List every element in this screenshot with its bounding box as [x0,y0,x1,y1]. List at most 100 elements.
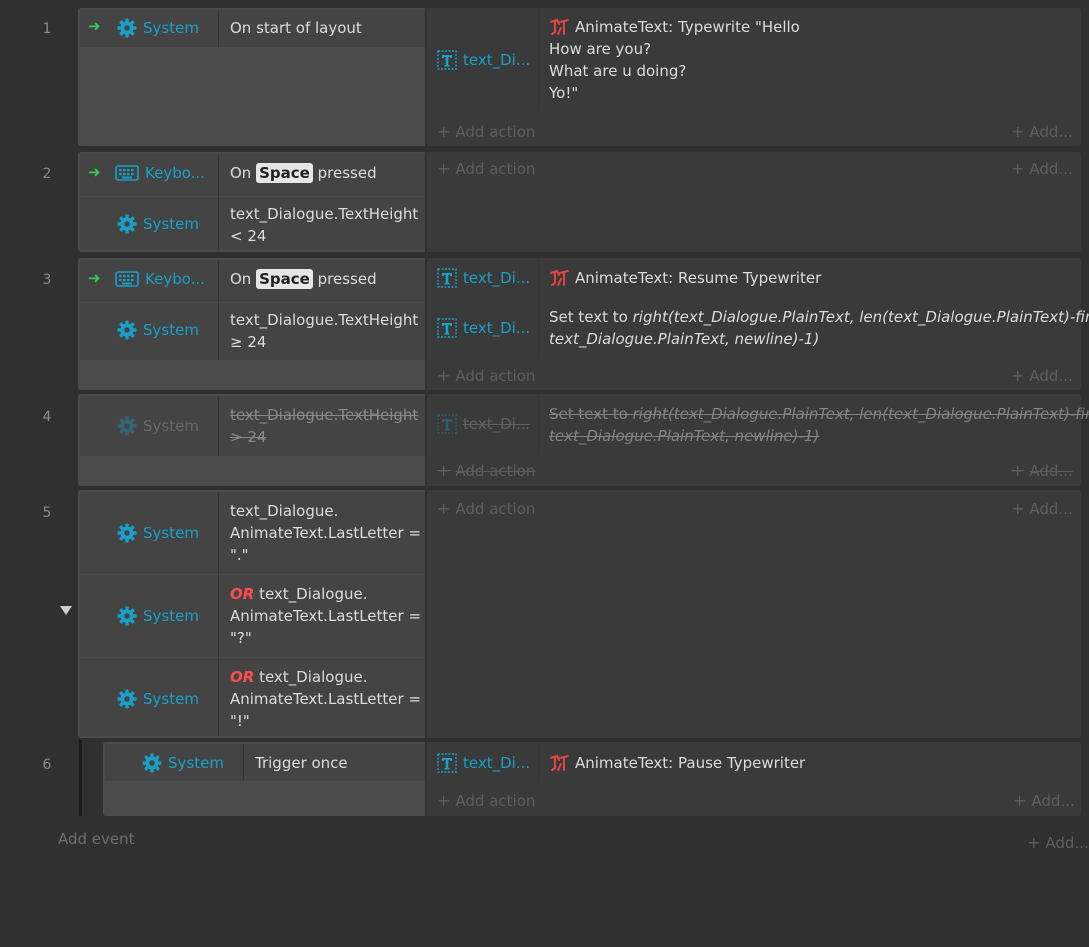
action-expression: text_Dialogue.PlainText, newline)-1) [549,427,820,445]
action-word: Set text to [549,405,633,423]
add-more-button[interactable]: + Add... [1011,461,1073,480]
trigger-arrow-icon: ➜ [88,17,101,35]
action-text[interactable]: Set text to right(text_Dialogue.PlainTex… [549,403,1089,447]
system-object[interactable]: System [142,753,224,773]
system-object[interactable]: System [117,523,199,543]
keyboard-object[interactable]: Keybo... [115,269,205,289]
condition-text[interactable]: text_Dialogue.TextHeight < 24 [230,203,418,247]
divider [218,10,219,47]
gear-icon [117,689,137,709]
keyboard-icon [115,269,139,289]
trigger-arrow-icon: ➜ [88,163,101,181]
object-name: System [143,19,199,37]
system-object[interactable]: System [117,689,199,709]
action-word: Set text to [549,308,633,326]
add-action-button[interactable]: + Add action [437,159,535,178]
condition-word: pressed [317,164,377,182]
object-name: System [143,690,199,708]
add-more-button[interactable]: + Add... [1011,122,1073,141]
action-expression: text_Dialogue.PlainText, newline)-1) [549,330,820,348]
condition-line: text_Dialogue. [254,668,368,686]
or-keyword: OR [230,585,255,603]
text-object[interactable]: text_Di... [437,318,530,338]
action-text[interactable]: AnimateText: Resume Typewriter [549,267,821,289]
condition-line: text_Dialogue.TextHeight [230,311,419,329]
condition-line: > 24 [230,428,267,446]
object-name: Keybo... [145,270,205,288]
system-object[interactable]: System [117,320,199,340]
event-number: 5 [42,505,52,521]
divider [218,492,219,736]
add-more-button[interactable]: + Add... [1013,791,1075,810]
add-more-button[interactable]: + Add... [1011,366,1073,385]
event-number: 6 [42,757,52,773]
condition-line: < 24 [230,227,267,245]
condition-word: On [230,164,252,182]
keyboard-icon [115,163,139,183]
system-object[interactable]: System [117,416,199,436]
condition-line: AnimateText.LastLetter = [230,524,422,542]
key-label: Space [256,269,313,289]
object-name: text_Di... [463,269,531,287]
condition-word: pressed [317,270,377,288]
divider [538,258,539,358]
add-action-button[interactable]: + Add action [437,461,535,480]
condition-line: "." [230,546,249,564]
add-action-button[interactable]: + Add action [437,791,535,810]
condition-text[interactable]: text_Dialogue.TextHeight ≥ 24 [230,309,418,353]
text-object[interactable]: text_Di... [437,414,530,434]
system-object[interactable]: System [117,214,199,234]
text-object-icon [437,318,457,338]
condition-line: AnimateText.LastLetter = [230,690,422,708]
add-more-button[interactable]: + Add... [1027,833,1089,852]
keyboard-object[interactable]: Keybo... [115,163,205,183]
condition-text[interactable]: Trigger once [255,752,348,774]
divider [218,260,219,360]
object-name: System [143,321,199,339]
object-name: System [143,524,199,542]
key-label: Space [256,163,313,183]
text-object-icon [437,753,457,773]
typewriter-behavior-icon [549,269,571,287]
text-object[interactable]: text_Di... [437,753,530,773]
system-object[interactable]: System [117,18,199,38]
collapse-triangle-icon[interactable] [60,606,72,615]
typewriter-behavior-icon [549,754,571,772]
text-object-icon [437,414,457,434]
action-text[interactable]: Set text to right(text_Dialogue.PlainTex… [549,306,1089,350]
condition-word: On [230,270,252,288]
condition-line: AnimateText.LastLetter = [230,607,422,625]
gear-icon [142,753,162,773]
condition-text[interactable]: On Space pressed [230,162,377,184]
object-name: text_Di... [463,415,531,433]
add-event-button[interactable]: Add event [58,830,135,848]
gear-icon [117,18,137,38]
text-object[interactable]: text_Di... [437,50,530,70]
object-name: Keybo... [145,164,205,182]
condition-text[interactable]: On Space pressed [230,268,377,290]
condition-text[interactable]: text_Dialogue. AnimateText.LastLetter = … [230,500,421,566]
object-name: System [168,754,224,772]
gear-icon [117,320,137,340]
add-more-button[interactable]: + Add... [1011,499,1073,518]
action-text[interactable]: AnimateText: Pause Typewriter [549,752,805,774]
condition-text[interactable]: OR text_Dialogue. AnimateText.LastLetter… [230,583,421,649]
action-expression: right(text_Dialogue.PlainText, len(text_… [632,308,1089,326]
text-object[interactable]: text_Di... [437,268,530,288]
condition-text[interactable]: text_Dialogue.TextHeight > 24 [230,404,418,448]
add-more-button[interactable]: + Add... [1011,159,1073,178]
trigger-arrow-icon: ➜ [88,269,101,287]
action-text[interactable]: AnimateText: Typewrite "Hello How are yo… [549,16,800,104]
action-expression: right(text_Dialogue.PlainText, len(text_… [632,405,1089,423]
condition-text[interactable]: On start of layout [230,17,362,39]
action-column[interactable] [427,490,1081,738]
condition-text[interactable]: OR text_Dialogue. AnimateText.LastLetter… [230,666,421,732]
system-object[interactable]: System [117,606,199,626]
condition-line: "!" [230,712,250,730]
condition-line: text_Dialogue.TextHeight [230,205,419,223]
add-action-button[interactable]: + Add action [437,366,535,385]
object-name: System [143,607,199,625]
gear-icon [117,416,137,436]
add-action-button[interactable]: + Add action [437,122,535,141]
add-action-button[interactable]: + Add action [437,499,535,518]
